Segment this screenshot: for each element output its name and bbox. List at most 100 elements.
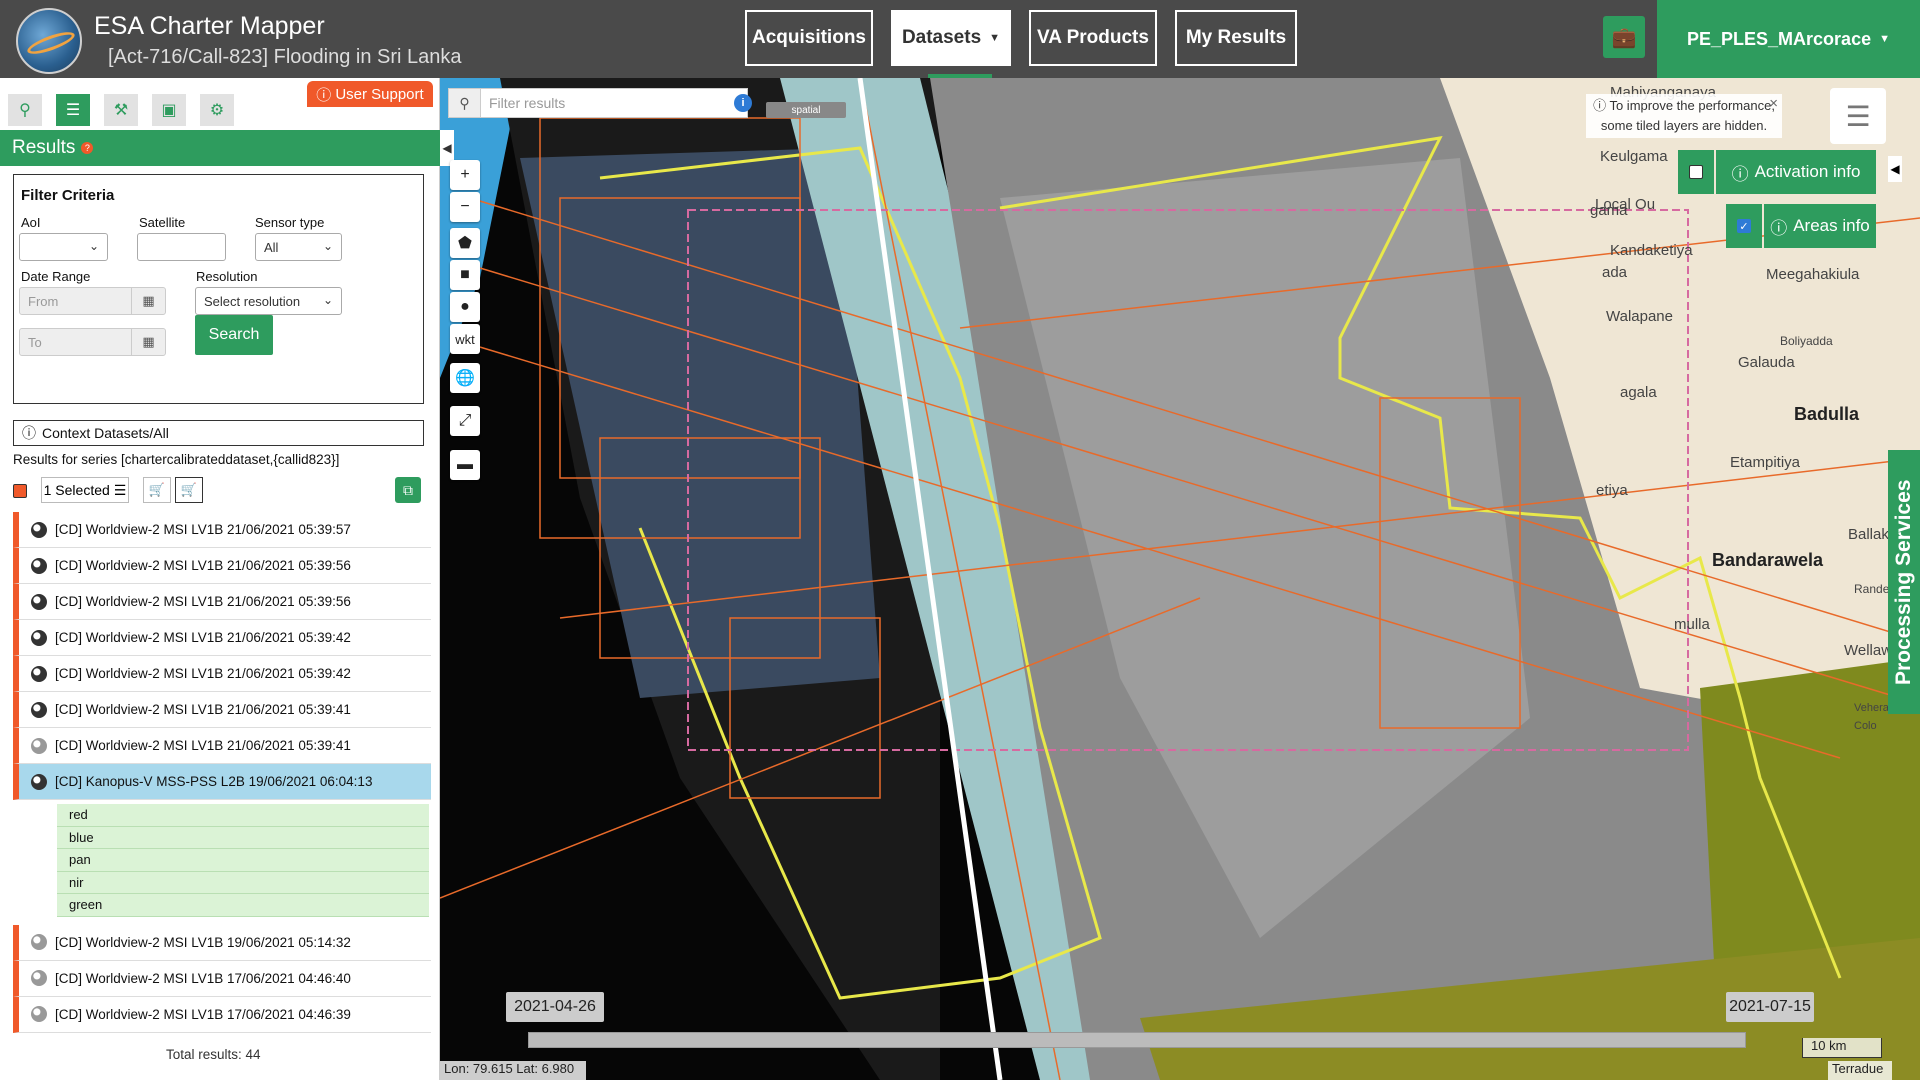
band-item[interactable]: red [57,804,429,827]
globe-icon [31,629,47,646]
list-item[interactable]: [CD] Worldview-2 MSI LV1B 21/06/2021 05:… [13,512,431,548]
coordinates-readout: Lon: 79.615 Lat: 6.980 [440,1061,586,1080]
user-menu[interactable]: PE_PLES_MArcorace ▼ [1657,0,1920,78]
performance-notice-line2: some tiled layers are hidden. [1600,118,1768,133]
date-from-input[interactable]: From ▦ [19,287,166,315]
selected-count-button[interactable]: 1 Selected ☰ [41,477,129,503]
map-label: Vehera [1854,702,1889,714]
list-item[interactable]: [CD] Worldview-2 MSI LV1B 21/06/2021 05:… [13,656,431,692]
list-item[interactable]: [CD] Worldview-2 MSI LV1B 21/06/2021 05:… [13,692,431,728]
band-item[interactable]: green [57,894,429,917]
series-label: Results for series [chartercalibrateddat… [13,452,340,467]
list-item-label: [CD] Worldview-2 MSI LV1B 21/06/2021 05:… [55,666,351,681]
user-support-button[interactable]: ⓘ User Support [307,81,433,107]
performance-notice-line1: To improve the performance, [1609,98,1775,113]
list-item[interactable]: [CD] Worldview-2 MSI LV1B 17/06/2021 04:… [13,960,431,997]
list-item[interactable]: [CD] Worldview-2 MSI LV1B 21/06/2021 05:… [13,584,431,620]
zoom-in-button[interactable]: + [450,160,480,190]
areas-info-button[interactable]: ⓘ Areas info [1764,204,1876,248]
briefcase-icon[interactable]: 💼 [1603,16,1645,58]
satellite-input[interactable] [137,233,226,261]
band-list: red blue pan nir green [57,804,429,917]
draw-polygon-icon[interactable]: ⬟ [450,228,480,258]
date-to-input[interactable]: To ▦ [19,328,166,356]
select-all-checkbox[interactable] [13,484,27,498]
close-icon[interactable]: × [1769,94,1778,114]
map-label: etiya [1596,482,1628,499]
band-item[interactable]: blue [57,826,429,849]
timeline-end-date: 2021-07-15 [1726,992,1814,1022]
map-label: Rande [1854,582,1890,596]
info-icon: ⓘ [1593,98,1607,113]
list-item[interactable]: [CD] Worldview-2 MSI LV1B 21/06/2021 05:… [13,620,431,656]
add-all-to-basket-button[interactable]: 🛒 [175,477,203,503]
nav-acquisitions-button[interactable]: Acquisitions [745,10,873,66]
resolution-select[interactable]: Select resolution ⌄ [195,287,342,315]
map-label: Keulgama [1600,148,1668,165]
globe-icon [31,934,47,950]
date-range-label: Date Range [21,269,91,284]
help-icon[interactable]: ? [81,142,94,154]
list-item-selected[interactable]: [CD] Kanopus-V MSS-PSS L2B 19/06/2021 06… [13,764,431,800]
globe-icon [31,557,47,574]
layers-icon[interactable]: ☰ [1830,88,1886,144]
user-name: PE_PLES_MArcorace [1687,28,1872,49]
sensor-type-select[interactable]: All ⌄ [255,233,342,261]
info-icon: ⓘ [1731,164,1749,184]
nav-va-products-button[interactable]: VA Products [1029,10,1157,66]
total-results: Total results: 44 [166,1047,261,1062]
globe-icon [31,521,47,538]
list-item-label: [CD] Worldview-2 MSI LV1B 21/06/2021 05:… [55,558,351,573]
list-item[interactable]: [CD] Worldview-2 MSI LV1B 19/06/2021 05:… [13,924,431,961]
user-support-label: User Support [335,85,424,103]
fullscreen-icon[interactable]: ⤢ [450,406,480,436]
search-button[interactable]: Search [195,315,273,355]
list-item-label: [CD] Worldview-2 MSI LV1B 19/06/2021 05:… [55,934,351,950]
list-item[interactable]: [CD] Worldview-2 MSI LV1B 21/06/2021 05:… [13,728,431,764]
band-item[interactable]: pan [57,849,429,872]
top-bar: ESA Charter Mapper [Act-716/Call-823] Fl… [0,0,1920,78]
map-view[interactable]: ⚲ Filter results i spatial ◀ + − ⬟ ■ ● w… [440,78,1920,1080]
chevron-down-icon: ⌄ [322,293,333,307]
timeline-slider[interactable] [528,1032,1746,1048]
archive-tab-icon[interactable]: ▣ [152,94,186,126]
filter-results-input[interactable]: ⚲ Filter results [448,88,748,118]
spatial-toggle[interactable]: spatial [766,102,846,118]
search-icon: ⚲ [449,89,481,117]
globe-icon [31,1006,47,1022]
share-button[interactable]: ⧉ [395,477,421,503]
results-title: Results [12,137,76,158]
nav-datasets-button[interactable]: Datasets ▼ [891,10,1011,66]
wkt-button[interactable]: wkt [450,324,480,354]
basket-tab-icon[interactable]: ⚒ [104,94,138,126]
map-label: Meegahakiula [1766,266,1860,283]
zoom-out-button[interactable]: − [450,192,480,222]
draw-rectangle-icon[interactable]: ■ [450,260,480,290]
aoi-select[interactable]: ⌄ [19,233,108,261]
ruler-icon[interactable]: ▬ [450,450,480,480]
globe-icon [31,665,47,682]
band-item[interactable]: nir [57,871,429,894]
globe-icon [31,593,47,610]
globe-view-icon[interactable]: 🌐 [450,363,480,393]
activation-info-checkbox[interactable] [1689,165,1703,179]
processing-services-tab[interactable]: Processing Services [1888,450,1920,714]
list-item-label: [CD] Worldview-2 MSI LV1B 21/06/2021 05:… [55,702,351,717]
map-label: Colo [1854,720,1877,732]
draw-point-icon[interactable]: ● [450,292,480,322]
list-item[interactable]: [CD] Worldview-2 MSI LV1B 17/06/2021 04:… [13,996,431,1033]
calendar-icon[interactable]: ▦ [131,288,165,314]
areas-info-checkbox[interactable]: ✓ [1737,219,1751,233]
info-icon[interactable]: i [734,94,752,112]
nav-my-results-button[interactable]: My Results [1175,10,1297,66]
add-to-basket-button[interactable]: 🛒 [143,477,171,503]
collapse-right-button[interactable]: ◀ [1888,156,1902,182]
sensor-type-label: Sensor type [255,215,325,230]
list-item[interactable]: [CD] Worldview-2 MSI LV1B 21/06/2021 05:… [13,548,431,584]
search-tab-icon[interactable]: ⚲ [8,94,42,126]
settings-tab-icon[interactable]: ⚙ [200,94,234,126]
list-tab-icon[interactable]: ☰ [56,94,90,126]
basket-icon: 🛒 [180,482,198,497]
calendar-icon[interactable]: ▦ [131,329,165,355]
activation-info-button[interactable]: ⓘ Activation info [1716,150,1876,194]
